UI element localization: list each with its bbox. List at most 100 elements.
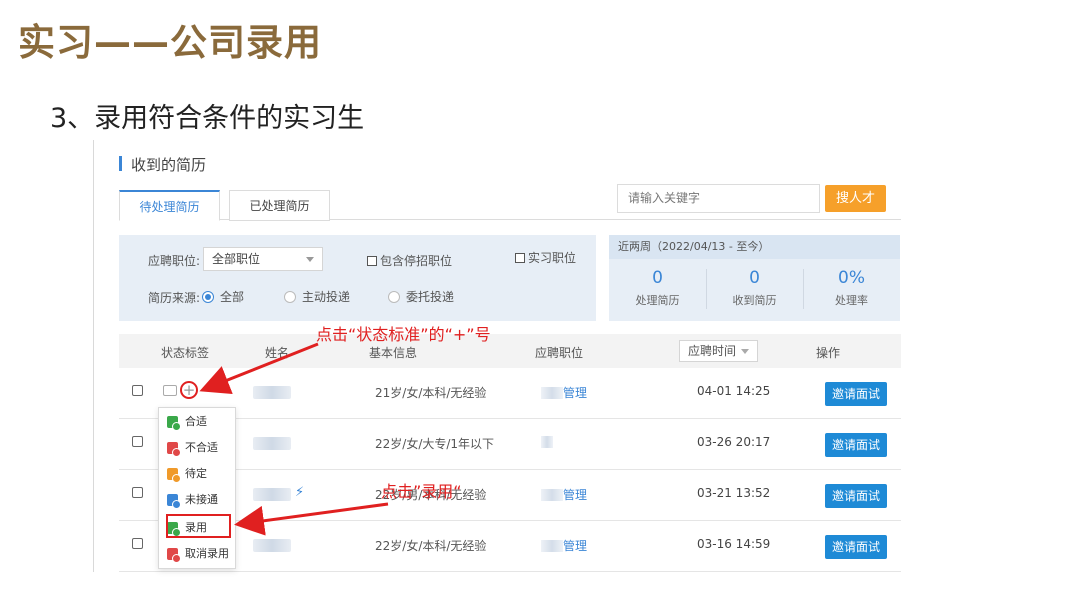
- stat-label: 处理简历: [635, 294, 680, 307]
- search-talent-button[interactable]: 搜人才: [825, 185, 886, 212]
- pending-doc-icon: [167, 468, 181, 483]
- search-input[interactable]: 请输入关键字: [617, 184, 820, 213]
- source-radio-entrusted[interactable]: 委托投递: [388, 288, 454, 305]
- radio-icon: [284, 291, 296, 303]
- stats-period: 近两周（2022/04/13 - 至今）: [609, 235, 900, 259]
- sort-label: 应聘时间: [688, 344, 737, 358]
- menu-item-cancel-hire[interactable]: 取消录用: [159, 541, 237, 567]
- row-checkbox[interactable]: [132, 436, 143, 447]
- stat-value: 0: [749, 268, 760, 288]
- stat-value: 0%: [838, 268, 865, 288]
- stat-received: 0 收到简历: [706, 268, 803, 308]
- position-filter-label: 应聘职位:: [148, 254, 201, 268]
- menu-item-label: 未接通: [185, 493, 218, 506]
- source-active-label: 主动投递: [302, 290, 351, 304]
- candidate-name-blurred[interactable]: [253, 539, 291, 552]
- menu-item-label: 待定: [185, 467, 207, 480]
- cross-doc-icon: [167, 442, 181, 457]
- tab-pending[interactable]: 待处理简历: [119, 190, 220, 221]
- header-position: 应聘职位: [535, 346, 584, 360]
- position-select[interactable]: 全部职位: [203, 247, 323, 271]
- candidate-position[interactable]: [541, 435, 553, 449]
- invite-interview-button[interactable]: 邀请面试: [825, 484, 887, 508]
- lightning-icon: ⚡: [295, 485, 305, 500]
- position-blurred: [541, 540, 563, 552]
- invite-interview-button[interactable]: 邀请面试: [825, 382, 887, 406]
- chevron-down-icon: [306, 257, 314, 262]
- source-filter-label: 简历来源:: [148, 291, 201, 305]
- row-checkbox[interactable]: [132, 385, 143, 396]
- intern-positions-checkbox[interactable]: 实习职位: [515, 249, 576, 266]
- section-title: 收到的简历: [119, 154, 206, 175]
- position-blurred: [541, 387, 563, 399]
- table-header: 状态标签 姓名 基本信息 应聘职位 应聘时间 操作: [119, 334, 901, 368]
- menu-item-pending[interactable]: 待定: [159, 461, 237, 487]
- menu-item-label: 不合适: [185, 441, 218, 454]
- mail-icon: [163, 385, 177, 396]
- stat-processed: 0 处理简历: [609, 268, 706, 308]
- add-status-icon[interactable]: +: [180, 381, 198, 399]
- apply-time: 04-01 14:25: [697, 384, 771, 398]
- panel-divider: [93, 140, 94, 572]
- menu-item-label: 合适: [185, 415, 207, 428]
- menu-item-unreached[interactable]: 未接通: [159, 487, 237, 513]
- position-text: 管理: [563, 386, 588, 400]
- slide-title: 实习——公司录用: [18, 21, 322, 64]
- source-all-label: 全部: [220, 290, 245, 304]
- invite-interview-button[interactable]: 邀请面试: [825, 535, 887, 559]
- candidate-name-blurred[interactable]: [253, 488, 291, 501]
- radio-selected-icon: [202, 291, 214, 303]
- row-checkbox[interactable]: [132, 538, 143, 549]
- position-blurred: [541, 489, 563, 501]
- candidate-position[interactable]: 管理: [541, 384, 587, 401]
- stat-value: 0: [652, 268, 663, 288]
- radio-icon: [388, 291, 400, 303]
- status-tag-menu: 合适 不合适 待定 未接通 录用 取消录用: [158, 407, 236, 569]
- candidate-info: 22岁/女/大专/1年以下: [375, 437, 495, 451]
- filter-box: 应聘职位: 全部职位 包含停招职位 实习职位 简历来源: 全部 主动投递 委托投…: [119, 235, 596, 321]
- stat-label: 处理率: [835, 294, 868, 307]
- candidate-position[interactable]: 管理: [541, 486, 587, 503]
- checkbox-icon: [515, 253, 525, 263]
- slide-subtitle: 3、录用符合条件的实习生: [50, 103, 365, 134]
- source-radio-active[interactable]: 主动投递: [284, 288, 350, 305]
- apply-time: 03-21 13:52: [697, 486, 771, 500]
- invite-interview-button[interactable]: 邀请面试: [825, 433, 887, 457]
- resume-panel: 收到的简历 待处理简历 已处理简历 请输入关键字 搜人才 应聘职位: 全部职位 …: [93, 140, 903, 572]
- position-select-value: 全部职位: [212, 252, 261, 266]
- source-radio-all[interactable]: 全部: [202, 288, 244, 305]
- annotation-click-plus: 点击“状态标准”的“+”号: [316, 325, 491, 344]
- menu-item-unsuitable[interactable]: 不合适: [159, 435, 237, 461]
- include-closed-label: 包含停招职位: [380, 254, 453, 268]
- candidate-name-blurred[interactable]: [253, 386, 291, 399]
- menu-item-label: 取消录用: [185, 547, 229, 560]
- header-status: 状态标签: [161, 346, 210, 360]
- position-text: 管理: [563, 488, 588, 502]
- apply-time: 03-16 14:59: [697, 537, 771, 551]
- apply-time: 03-26 20:17: [697, 435, 771, 449]
- stat-label: 收到简历: [732, 294, 777, 307]
- candidate-position[interactable]: 管理: [541, 537, 587, 554]
- source-entrusted-label: 委托投递: [406, 290, 455, 304]
- position-text: 管理: [563, 539, 588, 553]
- candidate-info: 21岁/女/本科/无经验: [375, 386, 487, 400]
- checkbox-icon: [367, 256, 377, 266]
- cross-doc-icon: [167, 548, 181, 563]
- candidate-name-blurred[interactable]: [253, 437, 291, 450]
- row-checkbox[interactable]: [132, 487, 143, 498]
- header-name: 姓名: [265, 346, 290, 360]
- header-info: 基本信息: [369, 346, 418, 360]
- hire-highlight-box: [166, 514, 231, 538]
- menu-item-suitable[interactable]: 合适: [159, 409, 237, 435]
- stat-rate: 0% 处理率: [803, 268, 900, 308]
- stats-box: 近两周（2022/04/13 - 至今） 0 处理简历 0 收到简历 0% 处理…: [609, 235, 900, 321]
- include-closed-checkbox[interactable]: 包含停招职位: [367, 252, 452, 269]
- annotation-click-hire: 点击”录用“: [381, 482, 462, 501]
- position-blurred: [541, 436, 553, 448]
- sort-by-time-select[interactable]: 应聘时间: [679, 340, 758, 362]
- candidate-info: 22岁/女/本科/无经验: [375, 539, 487, 553]
- intern-positions-label: 实习职位: [528, 251, 577, 265]
- chevron-down-icon: [741, 349, 749, 354]
- tab-processed[interactable]: 已处理简历: [229, 190, 330, 221]
- check-doc-icon: [167, 416, 181, 431]
